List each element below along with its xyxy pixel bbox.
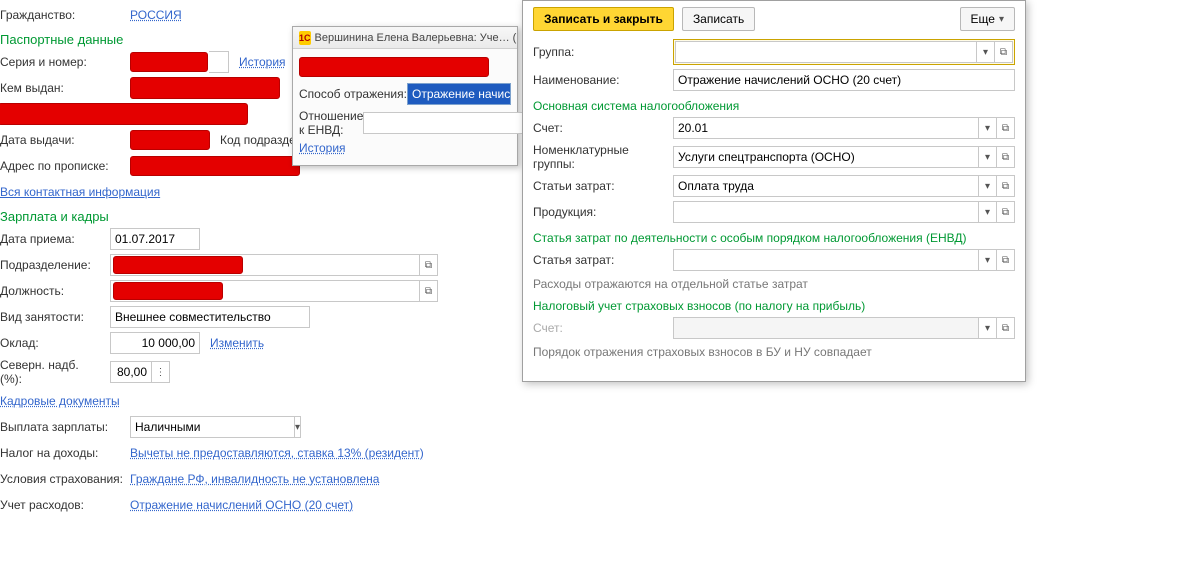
envd-rel-input[interactable]	[363, 112, 528, 134]
popup-titlebar[interactable]: 1C Вершинина Елена Валерьевна: Уче… (1С:…	[293, 27, 517, 49]
envd-rel-label: Отношение к ЕНВД:	[299, 109, 363, 137]
group-label: Группа:	[533, 45, 673, 59]
department-label: Подразделение:	[0, 258, 110, 272]
insurance-link[interactable]: Граждане РФ, инвалидность не установлена	[130, 472, 379, 486]
app-1c-icon: 1C	[299, 31, 311, 45]
employment-input[interactable]	[110, 306, 310, 328]
account-label: Счет:	[533, 121, 673, 135]
expenses-link[interactable]: Отражение начислений ОСНО (20 счет)	[130, 498, 353, 512]
account-open[interactable]: ⧉	[997, 117, 1015, 139]
product-label: Продукция:	[533, 205, 673, 219]
issuedate-label: Дата выдачи:	[0, 133, 130, 147]
salary-label: Оклад:	[0, 336, 110, 350]
product-open[interactable]: ⧉	[997, 201, 1015, 223]
redacted-date	[130, 130, 210, 150]
insurance-label: Условия страхования:	[0, 472, 130, 486]
cost-dropdown[interactable]: ▾	[979, 175, 997, 197]
envd-header: Статья затрат по деятельности с особым п…	[533, 231, 1015, 245]
all-contact-link[interactable]: Вся контактная информация	[0, 185, 160, 199]
nomgroup-label: Номенклатурные группы:	[533, 143, 673, 171]
group-open[interactable]: ⧉	[995, 41, 1013, 63]
account2-open: ⧉	[997, 317, 1015, 339]
accounting-popup: Записать и закрыть Записать Еще Группа: …	[522, 0, 1026, 382]
nomgroup-open[interactable]: ⧉	[997, 146, 1015, 168]
account2-dropdown: ▾	[979, 317, 997, 339]
north-input[interactable]	[110, 361, 152, 383]
redacted-department	[113, 256, 243, 274]
product-dropdown[interactable]: ▾	[979, 201, 997, 223]
address-label: Адрес по прописке:	[0, 159, 130, 173]
name-label: Наименование:	[533, 73, 673, 87]
nomgroup-input[interactable]	[673, 146, 979, 168]
note1: Расходы отражаются на отдельной статье з…	[533, 277, 1015, 291]
more-button[interactable]: Еще	[960, 7, 1015, 31]
salary-header: Зарплата и кадры	[0, 209, 520, 224]
name-input[interactable]	[673, 69, 1015, 91]
hr-docs-link[interactable]: Кадровые документы	[0, 394, 120, 408]
tax-link[interactable]: Вычеты не предоставляются, ставка 13% (р…	[130, 446, 424, 460]
redacted-header	[299, 57, 489, 77]
payout-label: Выплата зарплаты:	[0, 420, 130, 434]
popup-title: Вершинина Елена Валерьевна: Уче… (1С:Пре…	[315, 32, 517, 44]
cost-input[interactable]	[673, 175, 979, 197]
citizenship-label: Гражданство:	[0, 8, 130, 22]
product-input[interactable]	[673, 201, 979, 223]
account-dropdown[interactable]: ▾	[979, 117, 997, 139]
salary-input[interactable]	[110, 332, 200, 354]
note2: Порядок отражения страховых взносов в БУ…	[533, 345, 1015, 359]
cost2-open[interactable]: ⧉	[997, 249, 1015, 271]
cost2-input[interactable]	[673, 249, 979, 271]
redacted-position	[113, 282, 223, 300]
employment-label: Вид занятости:	[0, 310, 110, 324]
cost-open[interactable]: ⧉	[997, 175, 1015, 197]
nomgroup-dropdown[interactable]: ▾	[979, 146, 997, 168]
ins-header: Налоговый учет страховых взносов (по нал…	[533, 299, 1015, 313]
redacted-issuer	[130, 77, 280, 99]
group-input[interactable]	[675, 41, 977, 63]
position-open-button[interactable]: ⧉	[420, 280, 438, 302]
redacted-issuer2	[0, 103, 248, 125]
payout-dropdown[interactable]: ▾	[295, 416, 301, 438]
north-stepper[interactable]: ⋮	[152, 361, 170, 383]
redacted-series	[130, 52, 208, 72]
save-button[interactable]: Записать	[682, 7, 755, 31]
osno-header: Основная система налогообложения	[533, 99, 1015, 113]
department-open-button[interactable]: ⧉	[420, 254, 438, 276]
citizenship-link[interactable]: РОССИЯ	[130, 8, 182, 22]
group-dropdown[interactable]: ▾	[977, 41, 995, 63]
way-label: Способ отражения:	[299, 87, 407, 101]
hiredate-label: Дата приема:	[0, 232, 110, 246]
series-history-link[interactable]: История	[239, 55, 286, 69]
cost-label: Статьи затрат:	[533, 179, 673, 193]
reflection-popup: 1C Вершинина Елена Валерьевна: Уче… (1С:…	[292, 26, 518, 166]
account2-label: Счет:	[533, 321, 673, 335]
issuer-label: Кем выдан:	[0, 81, 130, 95]
account2-input	[673, 317, 979, 339]
cost2-label: Статья затрат:	[533, 253, 673, 267]
account-input[interactable]	[673, 117, 979, 139]
position-label: Должность:	[0, 284, 110, 298]
hiredate-input[interactable]	[110, 228, 200, 250]
payout-input[interactable]	[130, 416, 295, 438]
redacted-series-pad	[209, 51, 229, 73]
north-label: Северн. надб. (%):	[0, 358, 110, 386]
way-select[interactable]: Отражение начислени	[407, 83, 511, 105]
save-close-button[interactable]: Записать и закрыть	[533, 7, 674, 31]
redacted-address	[130, 156, 300, 176]
series-label: Серия и номер:	[0, 55, 130, 69]
expenses-label: Учет расходов:	[0, 498, 130, 512]
salary-change-link[interactable]: Изменить	[210, 336, 264, 350]
tax-label: Налог на доходы:	[0, 446, 130, 460]
popup-history-link[interactable]: История	[299, 141, 346, 155]
cost2-dropdown[interactable]: ▾	[979, 249, 997, 271]
